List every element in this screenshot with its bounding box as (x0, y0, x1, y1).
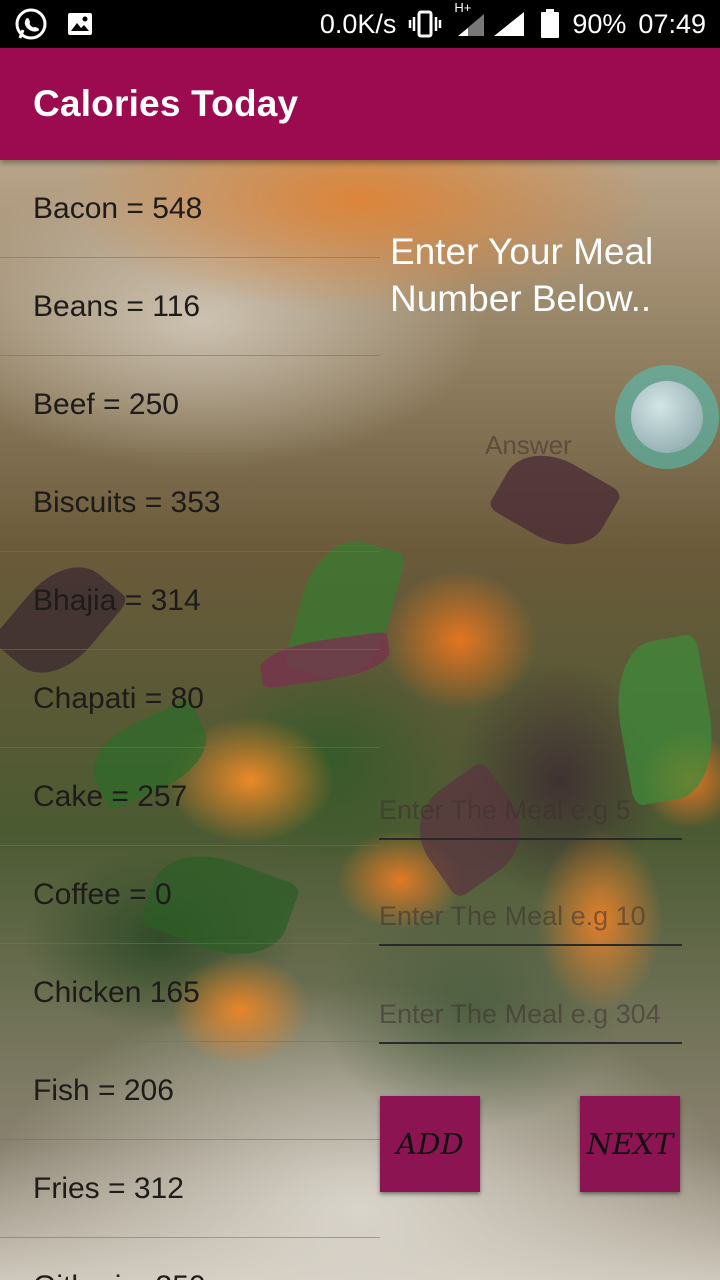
list-item[interactable]: Fish = 206 (0, 1042, 380, 1140)
list-item[interactable]: Cake = 257 (0, 748, 380, 846)
meal-input-3[interactable] (379, 986, 682, 1044)
whatsapp-icon (14, 7, 48, 41)
list-item[interactable]: Beef = 250 (0, 356, 380, 454)
list-item[interactable]: Beans = 116 (0, 258, 380, 356)
app-bar: Calories Today (0, 48, 720, 160)
status-bar: 0.0K/s H+ 90% 07:49 (0, 0, 720, 48)
list-item[interactable]: Bhajia = 314 (0, 552, 380, 650)
list-item[interactable]: Githeri = 350 (0, 1238, 380, 1280)
meal-input-2[interactable] (379, 888, 682, 946)
food-calorie-list: Bacon = 548 Beans = 116 Beef = 250 Biscu… (0, 160, 380, 1280)
battery-icon (540, 9, 560, 39)
list-item[interactable]: Biscuits = 353 (0, 454, 380, 552)
clock: 07:49 (638, 8, 706, 39)
bubble-icon (631, 381, 703, 453)
list-item[interactable]: Coffee = 0 (0, 846, 380, 944)
page-title: Calories Today (33, 83, 299, 124)
meal-prompt: Enter Your Meal Number Below.. (390, 231, 654, 319)
answer-fab-button[interactable] (615, 365, 719, 469)
battery-percent: 90% (572, 8, 627, 39)
list-item[interactable]: Fries = 312 (0, 1140, 380, 1238)
answer-label: Answer (485, 430, 572, 460)
network-type: H+ (454, 0, 472, 15)
image-icon (66, 10, 94, 38)
meal-input-1[interactable] (379, 782, 682, 840)
list-item[interactable]: Bacon = 548 (0, 160, 380, 258)
signal-icon: H+ (454, 0, 528, 38)
vibrate-icon (408, 9, 442, 39)
list-item[interactable]: Chapati = 80 (0, 650, 380, 748)
add-button[interactable]: ADD (380, 1096, 480, 1192)
next-button[interactable]: NEXT (580, 1096, 680, 1192)
list-item[interactable]: Chicken 165 (0, 944, 380, 1042)
net-speed: 0.0K/s (319, 8, 397, 39)
